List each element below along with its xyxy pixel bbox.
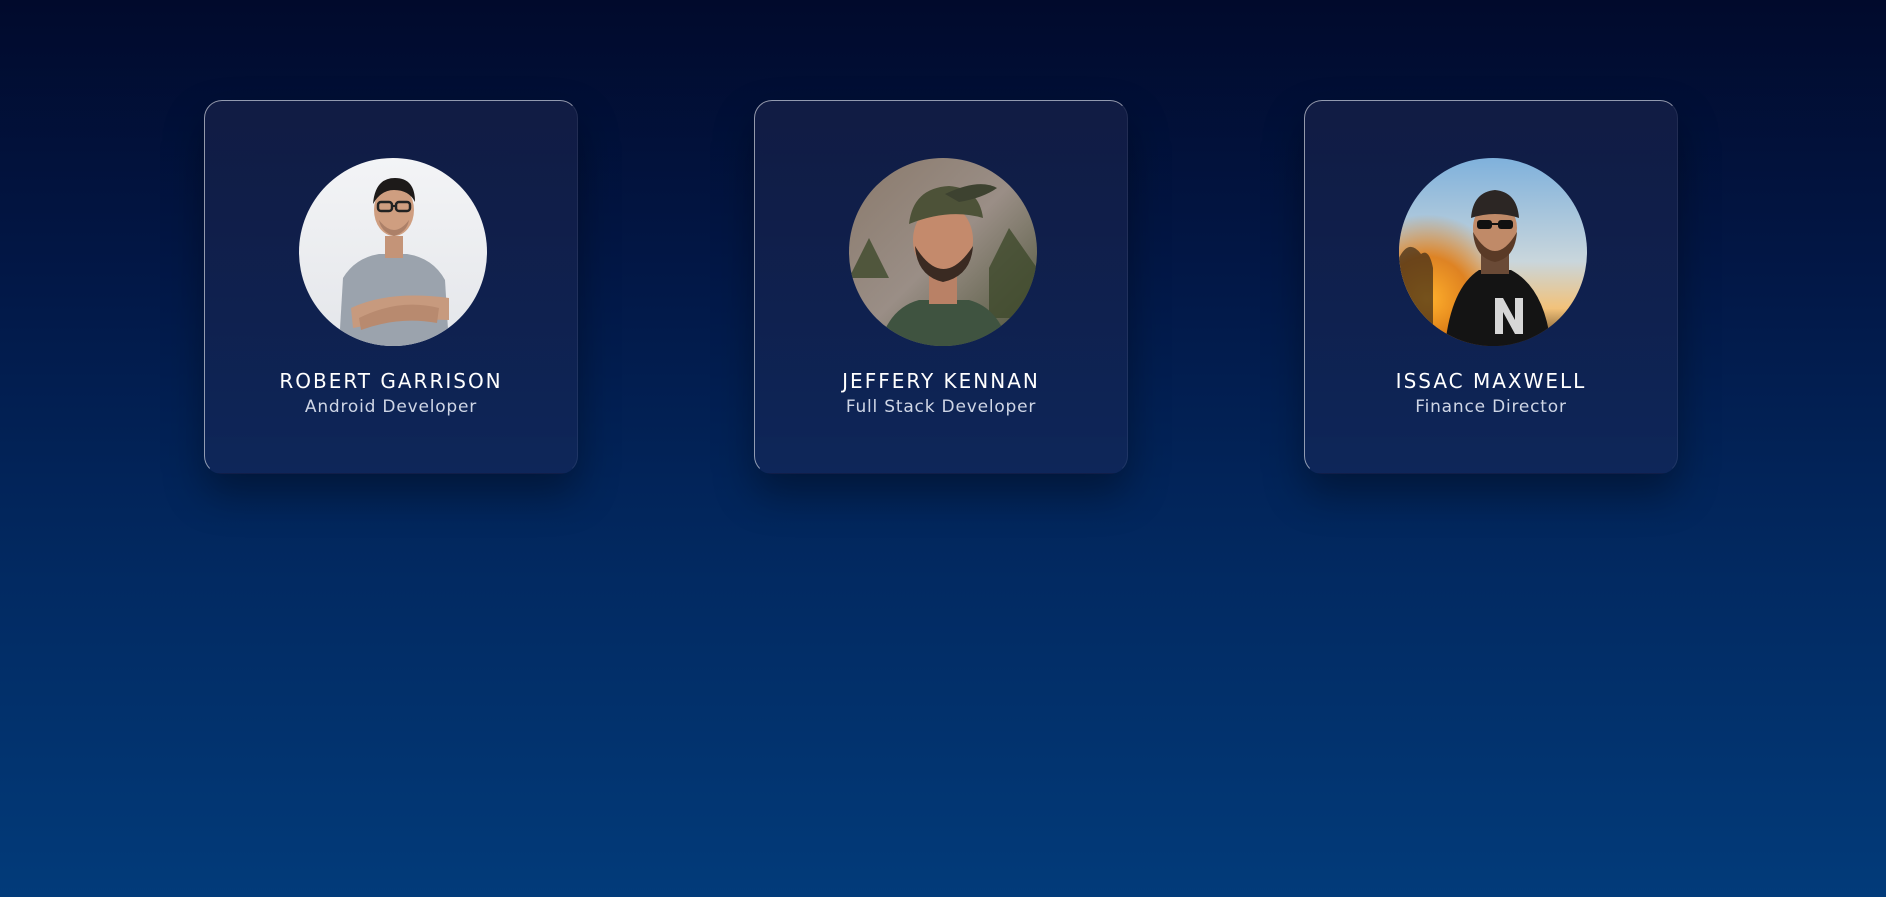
member-role: Full Stack Developer	[845, 397, 1037, 417]
team-card-robert-garrison[interactable]: ROBERT GARRISON Android Developer	[204, 100, 578, 474]
avatar	[849, 158, 1037, 346]
profile-photo-icon	[1399, 158, 1587, 346]
member-name: ROBERT GARRISON	[279, 369, 503, 393]
member-name: ISSAC MAXWELL	[1395, 369, 1587, 393]
profile-photo-icon	[849, 158, 1037, 346]
profile-photo-icon	[299, 158, 487, 346]
member-role: Android Developer	[304, 397, 478, 417]
team-cards: ROBERT GARRISON Android Developer JEFFER…	[0, 0, 1886, 897]
team-card-issac-maxwell[interactable]: ISSAC MAXWELL Finance Director	[1304, 100, 1678, 474]
team-card-jeffery-kennan[interactable]: JEFFERY KENNAN Full Stack Developer	[754, 100, 1128, 474]
avatar	[1399, 158, 1587, 346]
avatar	[299, 158, 487, 346]
member-name: JEFFERY KENNAN	[842, 369, 1040, 393]
member-role: Finance Director	[1415, 397, 1567, 417]
